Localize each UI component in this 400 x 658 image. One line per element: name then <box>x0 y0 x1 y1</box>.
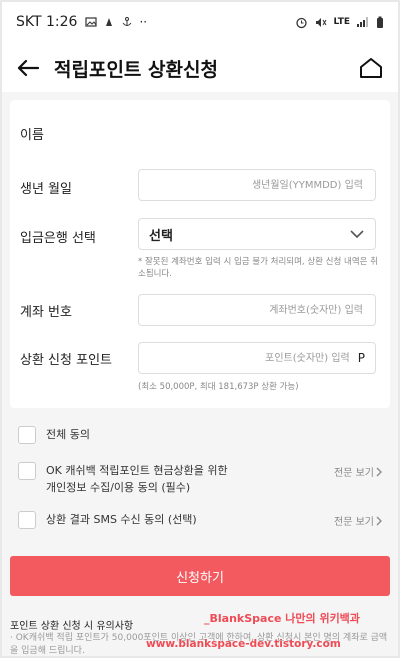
mute-icon <box>316 17 327 27</box>
birth-label: 생년 월일 <box>20 182 72 197</box>
more-notifications-icon: ·· <box>139 15 148 29</box>
status-bar: SKT 1:26 ·· LTE <box>0 0 400 44</box>
signal-icon <box>357 17 368 27</box>
back-button[interactable] <box>14 54 42 82</box>
watermark-title: _BlankSpace 나만의 위키백과 <box>204 612 360 625</box>
points-label: 상환 신청 포인트 <box>20 353 112 368</box>
name-label: 이름 <box>20 128 44 143</box>
agree-all-label: 전체 동의 <box>46 428 90 441</box>
agree-privacy-checkbox[interactable] <box>18 462 36 480</box>
name-row: 이름 <box>20 124 376 143</box>
bank-label: 입금은행 선택 <box>20 231 96 246</box>
app-bar: 적립포인트 상환신청 <box>0 44 400 92</box>
form-card: 이름 생년 월일 입금은행 선택 선택 * 잘못된 계좌번호 입력 시 입금 불… <box>10 100 390 408</box>
sms-more-link[interactable]: 전문 보기 <box>334 513 383 528</box>
agree-all-checkbox[interactable] <box>18 426 36 444</box>
points-input[interactable] <box>139 351 352 365</box>
carrier-time: SKT 1:26 <box>16 14 78 30</box>
network-label: LTE <box>333 17 350 27</box>
system-icons: LTE <box>295 16 384 29</box>
alarm-icon <box>296 17 308 28</box>
account-field[interactable] <box>138 294 376 326</box>
agree-privacy-label: OK 캐쉬백 적립포인트 현금상환을 위한 개인정보 수집/이용 동의 (필수) <box>46 464 228 494</box>
home-icon <box>360 58 382 78</box>
notification-icons: ·· <box>85 15 147 29</box>
agree-sms-checkbox[interactable] <box>18 511 36 529</box>
chevron-down-icon <box>350 230 364 239</box>
bank-select[interactable]: 선택 <box>138 218 376 250</box>
points-field[interactable]: P <box>138 342 376 374</box>
account-label: 계좌 번호 <box>20 305 72 320</box>
birth-field[interactable] <box>138 169 376 201</box>
bank-selected-value: 선택 <box>149 228 173 244</box>
back-arrow-icon <box>17 59 39 77</box>
points-unit: P <box>357 351 365 365</box>
agree-sms-label: 상환 결과 SMS 수신 동의 (선택) <box>46 513 197 526</box>
notice-title: 포인트 상환 신청 시 유의사항 <box>10 621 134 632</box>
account-input[interactable] <box>139 303 365 317</box>
chevron-right-icon <box>376 516 382 525</box>
app-icon <box>106 18 113 26</box>
bank-note: * 잘못된 계좌번호 입력 시 입금 불가 처리되며, 상환 신청 내역은 취소… <box>138 257 378 279</box>
battery-icon <box>377 16 383 28</box>
gallery-icon <box>85 17 98 27</box>
page-title: 적립포인트 상환신청 <box>54 58 218 81</box>
points-note: (최소 50,000P, 최대 181,673P 상환 가능) <box>138 382 299 392</box>
home-button[interactable] <box>356 53 386 83</box>
birth-input[interactable] <box>139 178 365 192</box>
privacy-more-link[interactable]: 전문 보기 <box>334 464 383 479</box>
anchor-icon <box>123 17 132 26</box>
watermark-url: www.blankspace-dev.tistory.com <box>146 638 341 650</box>
chevron-right-icon <box>376 467 382 476</box>
apply-button[interactable]: 신청하기 <box>10 556 390 596</box>
